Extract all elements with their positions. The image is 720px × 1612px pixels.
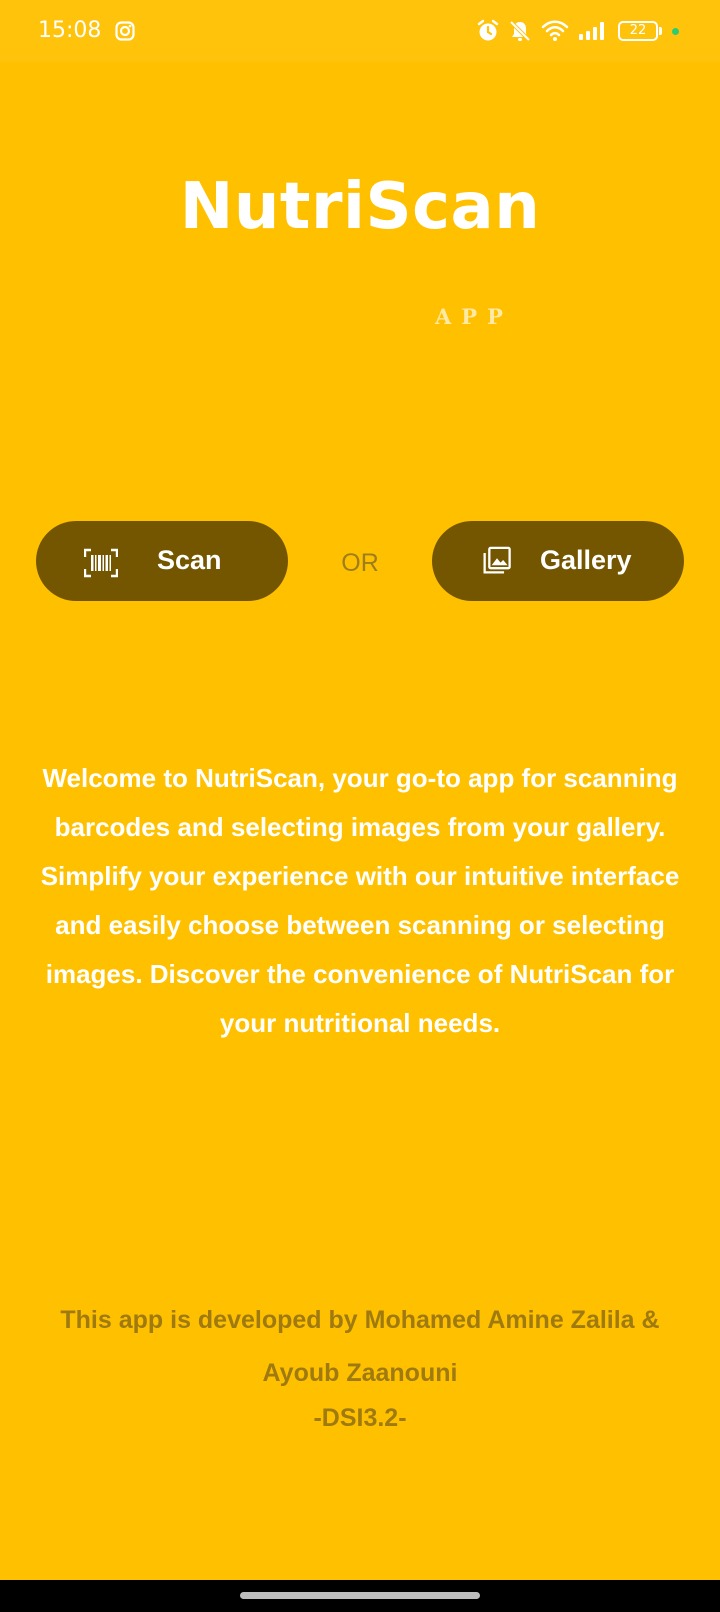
notifications-off-icon [509,20,531,42]
instagram-icon [115,21,135,41]
gallery-icon [483,546,511,574]
alarm-icon [477,19,499,41]
home-indicator[interactable] [240,1592,480,1599]
gallery-button[interactable]: Gallery [432,521,684,601]
developer-credits: This app is developed by Mohamed Amine Z… [30,1294,690,1436]
battery-icon: 22 [618,21,658,41]
wifi-icon [541,20,569,41]
privacy-indicator-dot [672,28,679,35]
developer-names: This app is developed by Mohamed Amine Z… [60,1306,660,1387]
navigation-bar [0,1580,720,1612]
app-subtitle: APP [435,304,513,329]
battery-tip [659,27,662,35]
app-title: NutriScan [179,170,541,244]
gallery-button-label: Gallery [540,545,632,575]
signal-icon [579,22,604,40]
status-bar: 15:08 22 [0,0,720,62]
welcome-description: Welcome to NutriScan, your go-to app for… [40,763,680,1038]
class-name: -DSI3.2- [313,1404,407,1432]
status-time: 15:08 [38,18,102,43]
